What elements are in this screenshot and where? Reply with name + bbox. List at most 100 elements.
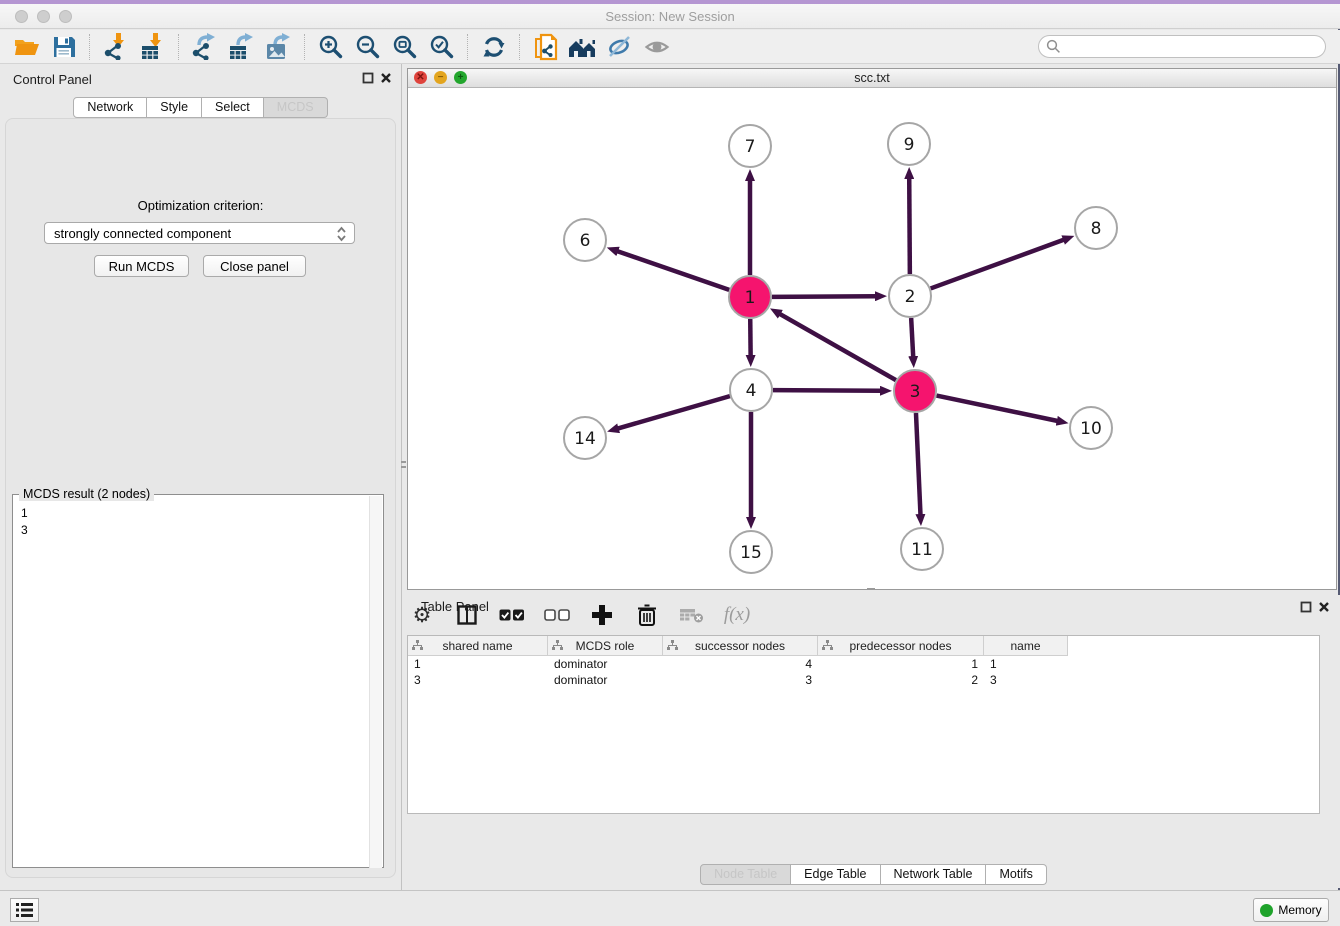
- cell-MCDS-role[interactable]: dominator: [548, 672, 663, 688]
- delete-table-icon: [680, 607, 704, 623]
- edge-3-10[interactable]: [937, 396, 1058, 421]
- splitter-grip[interactable]: [401, 466, 406, 468]
- tab-network-table[interactable]: Network Table: [881, 864, 987, 885]
- cell-shared-name[interactable]: 3: [408, 672, 548, 688]
- select-all-icon: [499, 609, 525, 621]
- toolbar-separator: [304, 34, 305, 60]
- edge-2-9[interactable]: [909, 178, 910, 274]
- edge-2-3[interactable]: [911, 318, 913, 357]
- home-button[interactable]: [564, 32, 601, 62]
- node-table[interactable]: shared nameMCDS rolesuccessor nodesprede…: [407, 635, 1320, 814]
- edge-1-2[interactable]: [772, 296, 876, 297]
- edge-2-8[interactable]: [931, 240, 1064, 289]
- network-window-titlebar[interactable]: ✕ − + scc.txt: [408, 69, 1336, 88]
- edge-4-14[interactable]: [618, 396, 730, 428]
- node-label-11: 11: [911, 540, 933, 560]
- toolbar-separator: [519, 34, 520, 60]
- edge-4-3[interactable]: [773, 390, 881, 391]
- delete-row-button[interactable]: [632, 600, 662, 630]
- tab-motifs[interactable]: Motifs: [986, 864, 1046, 885]
- close-panel-button[interactable]: Close panel: [203, 255, 306, 277]
- table-body: 1dominator4113dominator323: [408, 656, 1319, 688]
- task-history-button[interactable]: [10, 898, 39, 922]
- float-panel-icon[interactable]: [362, 72, 374, 84]
- splitter-grip[interactable]: [401, 461, 406, 463]
- column-header-successor-nodes[interactable]: successor nodes: [663, 636, 818, 656]
- status-bar: Memory: [0, 890, 1340, 926]
- edge-3-11[interactable]: [916, 413, 921, 515]
- eye-button[interactable]: [638, 32, 675, 62]
- tab-network[interactable]: Network: [73, 97, 147, 118]
- cell-shared-name[interactable]: 1: [408, 656, 548, 672]
- refresh-view-button[interactable]: [475, 32, 512, 62]
- tab-node-table[interactable]: Node Table: [700, 864, 791, 885]
- column-header-shared-name[interactable]: shared name: [408, 636, 548, 656]
- export-image-button[interactable]: [260, 32, 297, 62]
- export-network-button[interactable]: [186, 32, 223, 62]
- tab-edge-table[interactable]: Edge Table: [791, 864, 880, 885]
- result-scrollbar[interactable]: [369, 496, 382, 868]
- cell-name[interactable]: 1: [984, 656, 1068, 672]
- node-label-10: 10: [1080, 419, 1102, 439]
- import-network-icon: [102, 33, 129, 60]
- network-canvas[interactable]: 7968124314101511: [408, 88, 1336, 590]
- splitter-grip[interactable]: [867, 588, 875, 590]
- tab-select[interactable]: Select: [202, 97, 264, 118]
- zoom-in-button[interactable]: [312, 32, 349, 62]
- toolbar-separator: [89, 34, 90, 60]
- control-panel: Control Panel NetworkStyleSelectMCDS Opt…: [0, 64, 402, 890]
- memory-button[interactable]: Memory: [1253, 898, 1329, 922]
- mcds-result-box: MCDS result (2 nodes) 1 3: [12, 494, 384, 868]
- deselect-all-columns-button[interactable]: [542, 600, 572, 630]
- column-header-predecessor-nodes[interactable]: predecessor nodes: [818, 636, 984, 656]
- search-input[interactable]: [1038, 35, 1326, 58]
- import-table-button[interactable]: [134, 32, 171, 62]
- column-header-name[interactable]: name: [984, 636, 1068, 656]
- export-table-button[interactable]: [223, 32, 260, 62]
- mcds-result-text[interactable]: 1 3: [21, 505, 28, 539]
- table-toolbar: ⚙: [407, 595, 1340, 635]
- import-network-button[interactable]: [97, 32, 134, 62]
- zoom-out-button[interactable]: [349, 32, 386, 62]
- control-panel-tabs: NetworkStyleSelectMCDS: [0, 97, 401, 118]
- cell-MCDS-role[interactable]: dominator: [548, 656, 663, 672]
- add-row-button[interactable]: [587, 600, 617, 630]
- function-builder-button[interactable]: f(x): [722, 600, 752, 630]
- table-row[interactable]: 3dominator323: [408, 672, 1319, 688]
- network-window-title: scc.txt: [408, 71, 1336, 85]
- table-row[interactable]: 1dominator411: [408, 656, 1319, 672]
- edge-3-1[interactable]: [780, 314, 896, 380]
- tab-mcds[interactable]: MCDS: [264, 97, 328, 118]
- close-panel-icon[interactable]: [380, 72, 392, 84]
- sort-tree-icon: [822, 640, 833, 651]
- plus-icon: [591, 604, 613, 626]
- network-document-icon: [533, 33, 559, 61]
- save-icon: [52, 35, 76, 59]
- cell-successor-nodes[interactable]: 3: [663, 672, 818, 688]
- close-table-panel-icon[interactable]: [1318, 601, 1330, 613]
- app-titlebar: Session: New Session: [0, 4, 1340, 29]
- zoom-selected-button[interactable]: [423, 32, 460, 62]
- edge-1-6[interactable]: [617, 251, 729, 290]
- network-document-button[interactable]: [527, 32, 564, 62]
- zoom-fit-button[interactable]: [386, 32, 423, 62]
- open-folder-button[interactable]: [8, 32, 45, 62]
- cell-predecessor-nodes[interactable]: 2: [818, 672, 984, 688]
- sort-tree-icon: [552, 640, 563, 651]
- cell-successor-nodes[interactable]: 4: [663, 656, 818, 672]
- cell-name[interactable]: 3: [984, 672, 1068, 688]
- trash-icon: [637, 604, 657, 627]
- delete-table-button[interactable]: [677, 600, 707, 630]
- deselect-all-icon: [544, 609, 570, 621]
- vizmapper-button[interactable]: [601, 32, 638, 62]
- memory-label: Memory: [1278, 903, 1321, 917]
- tab-style[interactable]: Style: [147, 97, 202, 118]
- select-all-columns-button[interactable]: [497, 600, 527, 630]
- run-mcds-button[interactable]: Run MCDS: [94, 255, 189, 277]
- cell-predecessor-nodes[interactable]: 1: [818, 656, 984, 672]
- float-table-panel-icon[interactable]: [1300, 601, 1312, 613]
- zoom-out-icon: [355, 34, 381, 60]
- column-header-MCDS-role[interactable]: MCDS role: [548, 636, 663, 656]
- save-session-button[interactable]: [45, 32, 82, 62]
- optimization-dropdown[interactable]: strongly connected component: [44, 222, 355, 244]
